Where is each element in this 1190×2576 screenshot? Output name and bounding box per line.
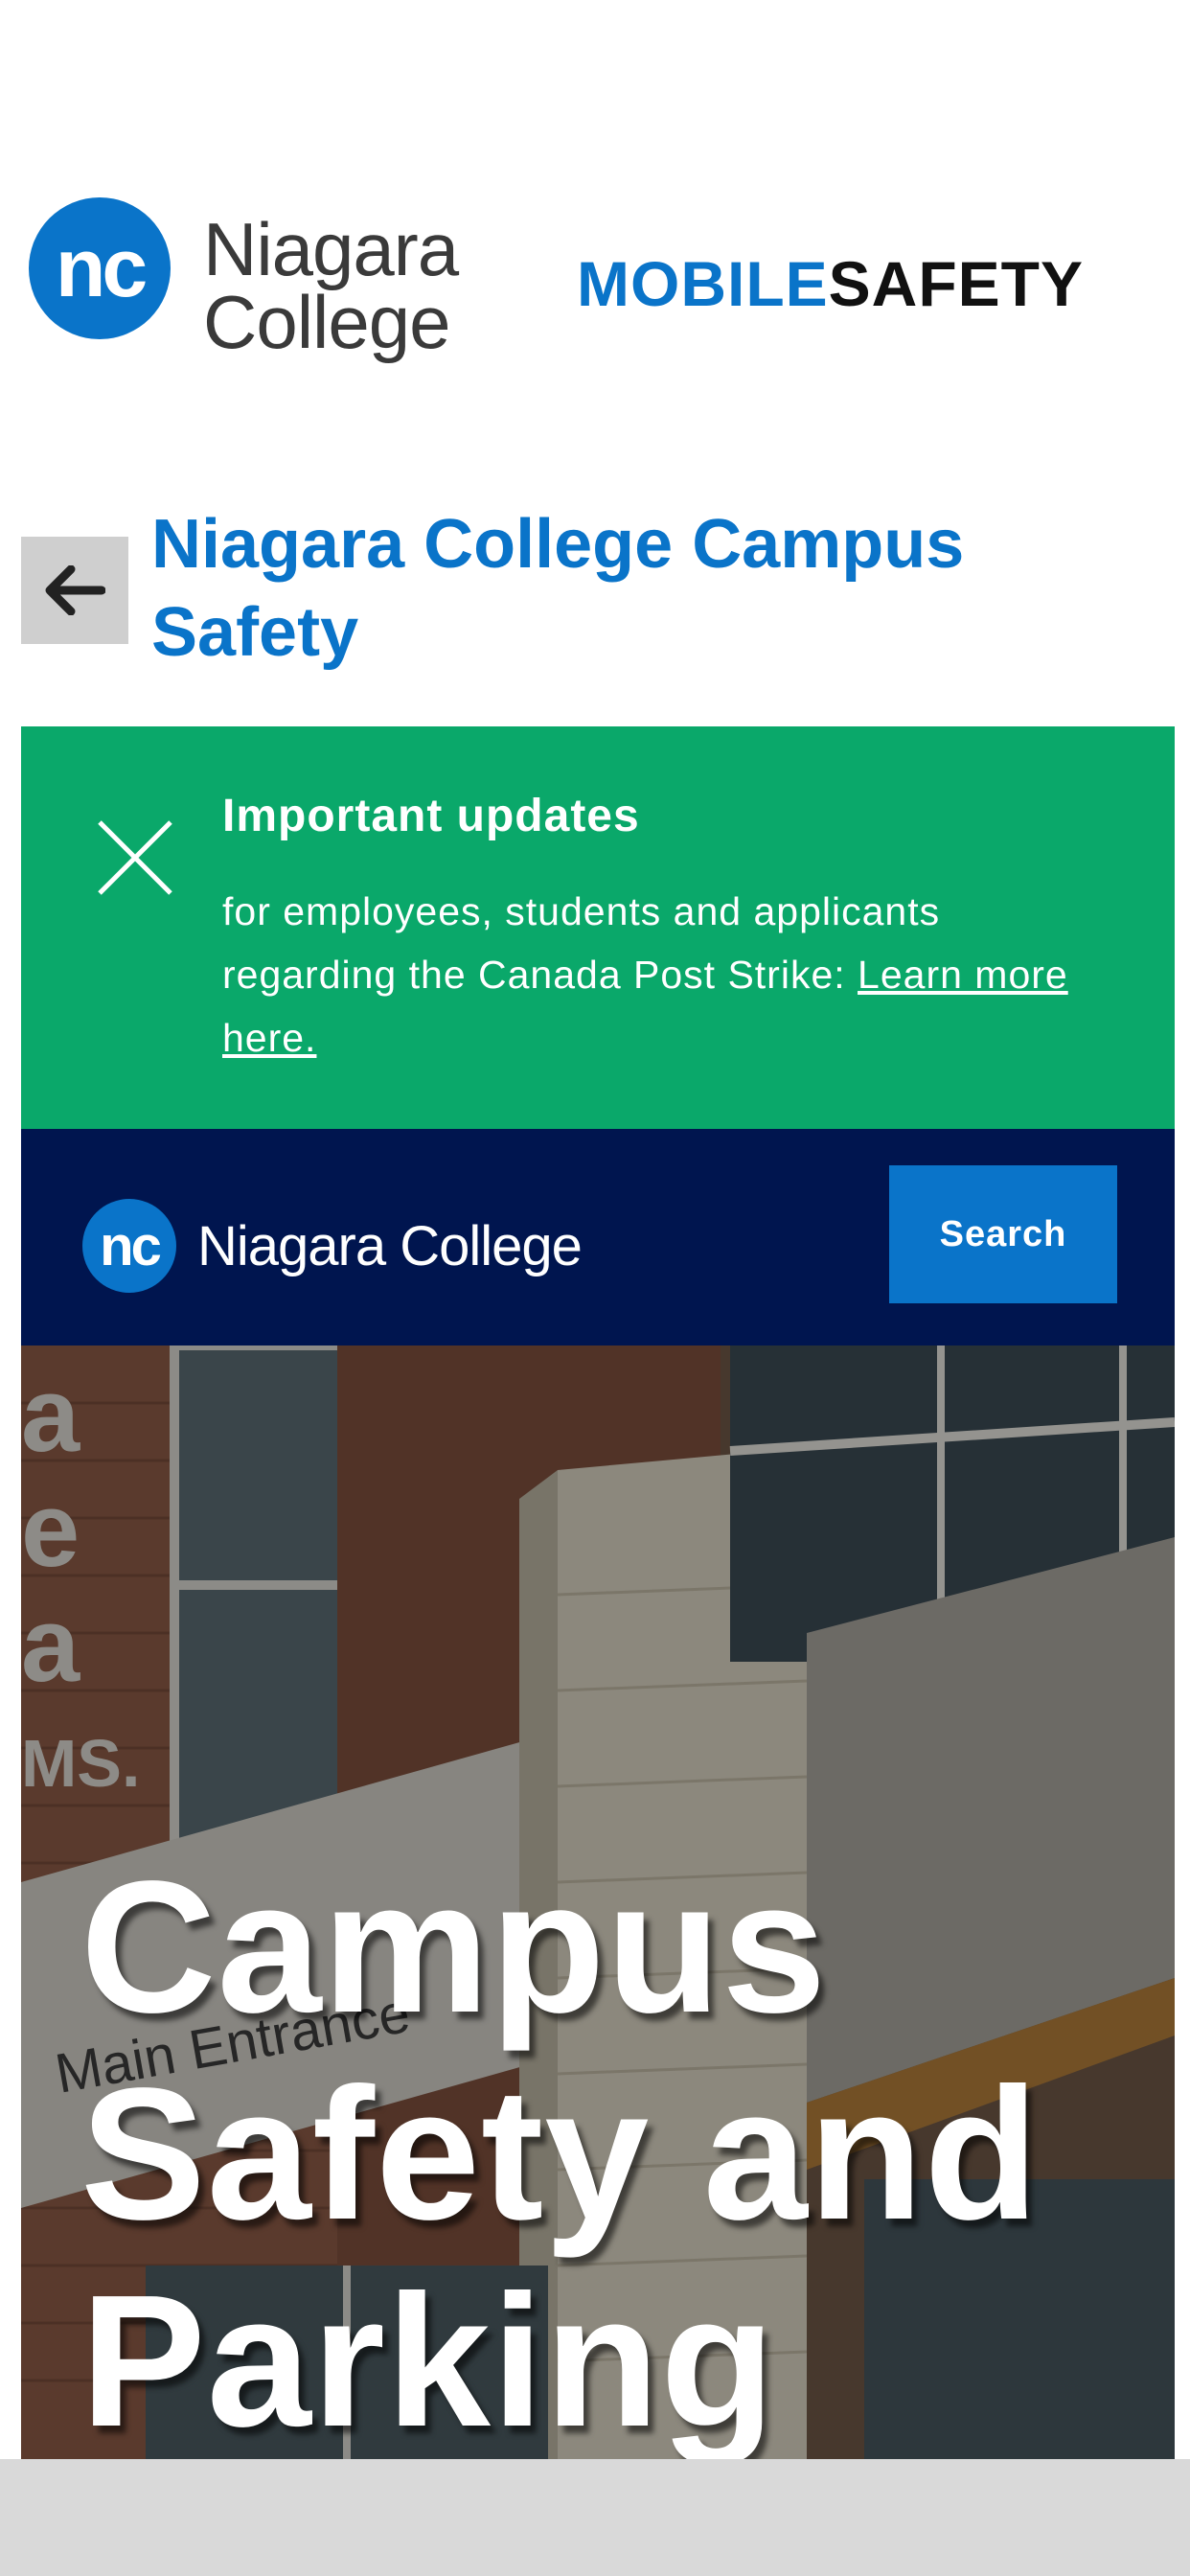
brand-mobile: MOBILE [577,248,829,319]
search-button[interactable]: Search [889,1165,1117,1303]
hero-banner: Main Entrance a e a MS. Campus Safety an… [21,1346,1175,2459]
back-button[interactable] [21,537,128,644]
nc-logo-mark: nc [29,197,171,339]
close-icon[interactable] [92,815,178,901]
alert-body: for employees, students and applicants r… [222,880,1113,1070]
site-logo-text: Niagara College [197,1214,583,1277]
alert-banner: Important updates for employees, student… [21,726,1175,1129]
niagara-college-logo: nc Niagara College [29,197,479,380]
site-logo[interactable]: nc Niagara College [82,1198,583,1294]
mobile-safety-brand: MOBILESAFETY [577,247,1084,320]
page-title: Niagara College Campus Safety [151,506,965,671]
site-navbar: nc Niagara College Search [21,1129,1175,1346]
alert-body-text: for employees, students and applicants r… [222,889,941,997]
hero-title: Campus Safety and Parking [80,1842,1041,2460]
site-logo-mark: nc [82,1199,176,1293]
web-content: Important updates for employees, student… [21,726,1175,2459]
brand-safety: SAFETY [828,248,1085,319]
arrow-left-icon [45,565,105,615]
logo-wordmark: Niagara College [203,207,459,364]
bottom-bar [0,2459,1190,2576]
logo-line-2: College [203,280,451,364]
logo-line-1: Niagara [203,207,459,291]
app-header: nc Niagara College MOBILESAFETY [0,0,1190,422]
alert-title: Important updates [222,791,640,841]
